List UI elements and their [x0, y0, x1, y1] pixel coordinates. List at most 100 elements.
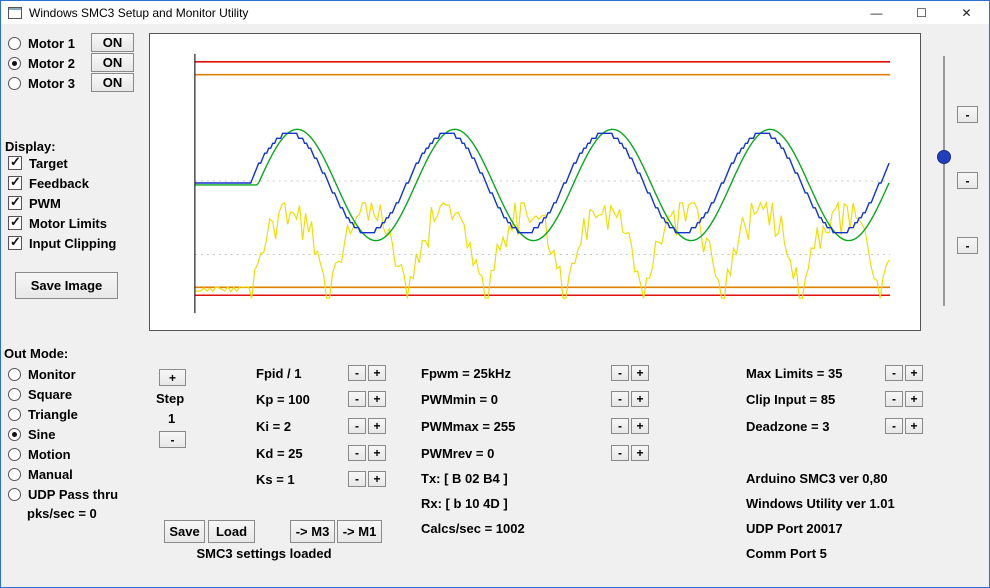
display-pwm-checkbox[interactable] — [8, 194, 22, 210]
pwmmax-label: PWMmax = 255 — [421, 418, 516, 434]
scale-minus-button-2[interactable]: - — [957, 172, 978, 189]
pwmrev-plus-button[interactable]: + — [631, 445, 649, 461]
step-label: Step — [156, 391, 185, 406]
kd-row: Kd = 25 - + — [256, 444, 386, 462]
max-limits-label: Max Limits = 35 — [746, 365, 843, 381]
kp-label: Kp = 100 — [256, 391, 310, 407]
fpwm-minus-button[interactable]: - — [611, 365, 629, 381]
window-controls: — ☐ ✕ — [854, 1, 989, 24]
out-mode-motion-radio[interactable] — [8, 447, 21, 461]
clip-input-plus-button[interactable]: + — [905, 391, 923, 407]
display-target-checkbox[interactable] — [8, 154, 22, 170]
maximize-button[interactable]: ☐ — [899, 1, 944, 24]
close-button[interactable]: ✕ — [944, 1, 989, 24]
ki-label: Ki = 2 — [256, 418, 292, 434]
kp-row: Kp = 100 - + — [256, 390, 386, 408]
motor2-label: Motor 2 — [28, 55, 75, 71]
kp-minus-button[interactable]: - — [348, 391, 366, 407]
fpid-row: Fpid / 1 - + — [256, 364, 386, 382]
out-mode-udp-label: UDP Pass thru — [28, 486, 119, 502]
out-mode-sine-radio[interactable] — [8, 427, 21, 441]
pwmmax-minus-button[interactable]: - — [611, 418, 629, 434]
max-limits-minus-button[interactable]: - — [885, 365, 903, 381]
out-mode-triangle-radio[interactable] — [8, 407, 21, 421]
scale-slider-track[interactable] — [943, 56, 945, 306]
max-limits-plus-button[interactable]: + — [905, 365, 923, 381]
pwmmin-plus-button[interactable]: + — [631, 391, 649, 407]
deadzone-minus-button[interactable]: - — [885, 418, 903, 434]
step-value: 1 — [168, 411, 176, 426]
ki-row: Ki = 2 - + — [256, 417, 386, 435]
ki-plus-button[interactable]: + — [368, 418, 386, 434]
ks-plus-button[interactable]: + — [368, 471, 386, 487]
arduino-version-label: Arduino SMC3 ver 0,80 — [746, 471, 888, 486]
motor2-radio[interactable] — [8, 56, 21, 70]
out-mode-motion-label: Motion — [28, 446, 71, 462]
motor3-on-button[interactable]: ON — [91, 73, 134, 92]
pwmrev-minus-button[interactable]: - — [611, 445, 629, 461]
clip-input-minus-button[interactable]: - — [885, 391, 903, 407]
minimize-button[interactable]: — — [854, 1, 899, 24]
out-mode-monitor-radio[interactable] — [8, 367, 21, 381]
tx-value: Tx: [ B 02 B4 ] — [421, 471, 508, 486]
motor3-radio[interactable] — [8, 76, 21, 90]
motor3-label: Motor 3 — [28, 75, 75, 91]
save-settings-button[interactable]: Save — [164, 520, 205, 543]
pwmmax-row: PWMmax = 255 - + — [421, 417, 649, 435]
pwmmin-row: PWMmin = 0 - + — [421, 390, 649, 408]
fpid-minus-button[interactable]: - — [348, 365, 366, 381]
deadzone-plus-button[interactable]: + — [905, 418, 923, 434]
kp-plus-button[interactable]: + — [368, 391, 386, 407]
out-mode-manual-label: Manual — [28, 466, 73, 482]
step-minus-button[interactable]: - — [159, 431, 186, 448]
fpwm-row: Fpwm = 25kHz - + — [421, 364, 649, 382]
kd-label: Kd = 25 — [256, 445, 303, 461]
clip-input-label: Clip Input = 85 — [746, 391, 836, 407]
out-mode-manual-radio[interactable] — [8, 467, 21, 481]
motor1-label: Motor 1 — [28, 35, 75, 51]
titlebar[interactable]: Windows SMC3 Setup and Monitor Utility —… — [1, 1, 989, 24]
clip-input-row: Clip Input = 85 - + — [746, 390, 923, 408]
display-feedback-label: Feedback — [29, 175, 89, 191]
pwmmax-plus-button[interactable]: + — [631, 418, 649, 434]
rx-value: Rx: [ b 10 4D ] — [421, 496, 508, 511]
kd-plus-button[interactable]: + — [368, 445, 386, 461]
out-mode-triangle-label: Triangle — [28, 406, 78, 422]
fpid-plus-button[interactable]: + — [368, 365, 386, 381]
fpid-label: Fpid / 1 — [256, 365, 302, 381]
fpwm-label: Fpwm = 25kHz — [421, 365, 511, 381]
display-pwm-label: PWM — [29, 195, 61, 211]
status-text: SMC3 settings loaded — [196, 546, 332, 561]
pwmmin-label: PWMmin = 0 — [421, 391, 498, 407]
pwmrev-label: PWMrev = 0 — [421, 445, 495, 461]
motor1-radio[interactable] — [8, 36, 21, 50]
motor1-on-button[interactable]: ON — [91, 33, 134, 52]
window-title: Windows SMC3 Setup and Monitor Utility — [29, 5, 249, 20]
scale-minus-button-3[interactable]: - — [957, 237, 978, 254]
scale-slider-handle[interactable] — [937, 150, 951, 164]
calcs-per-sec-value: Calcs/sec = 1002 — [421, 521, 525, 536]
display-feedback-checkbox[interactable] — [8, 174, 22, 190]
display-motor-limits-checkbox[interactable] — [8, 214, 22, 230]
ks-minus-button[interactable]: - — [348, 471, 366, 487]
motor2-on-button[interactable]: ON — [91, 53, 134, 72]
pwmmin-minus-button[interactable]: - — [611, 391, 629, 407]
out-mode-square-radio[interactable] — [8, 387, 21, 401]
kd-minus-button[interactable]: - — [348, 445, 366, 461]
copy-to-m3-button[interactable]: -> M3 — [290, 520, 335, 543]
display-input-clipping-checkbox[interactable] — [8, 234, 22, 250]
save-image-button[interactable]: Save Image — [15, 272, 118, 299]
ks-row: Ks = 1 - + — [256, 470, 386, 488]
utility-version-label: Windows Utility ver 1.01 — [746, 496, 895, 511]
load-settings-button[interactable]: Load — [208, 520, 255, 543]
display-section-label: Display: — [5, 139, 56, 154]
step-plus-button[interactable]: + — [159, 369, 186, 386]
out-mode-square-label: Square — [28, 386, 73, 402]
deadzone-label: Deadzone = 3 — [746, 418, 830, 434]
out-mode-udp-radio[interactable] — [8, 487, 21, 501]
ki-minus-button[interactable]: - — [348, 418, 366, 434]
copy-to-m1-button[interactable]: -> M1 — [337, 520, 382, 543]
scale-minus-button-1[interactable]: - — [957, 106, 978, 123]
fpwm-plus-button[interactable]: + — [631, 365, 649, 381]
display-motor-limits-label: Motor Limits — [29, 215, 107, 231]
